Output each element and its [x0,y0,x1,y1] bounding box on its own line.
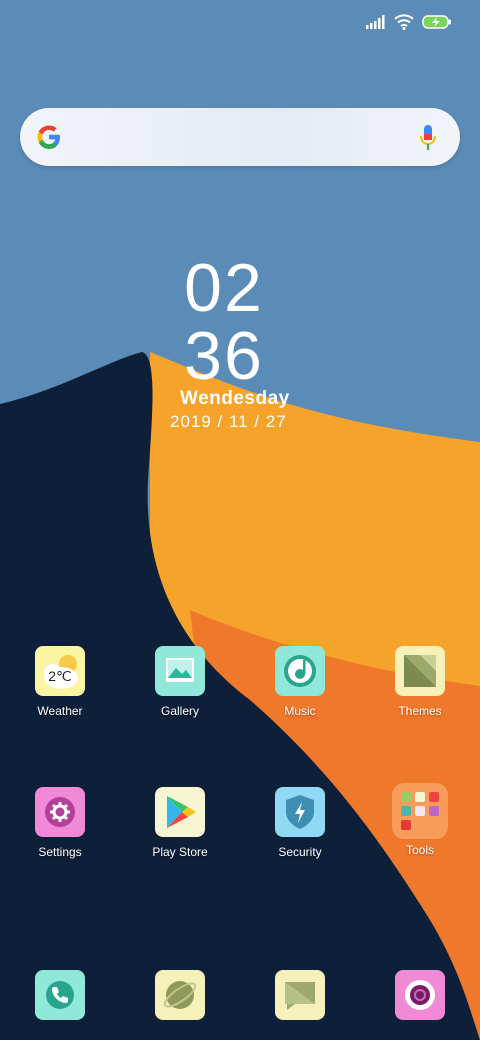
microphone-icon[interactable] [418,124,438,152]
status-bar [366,12,452,32]
camera-icon [395,970,445,1020]
dock-phone[interactable] [10,970,110,1020]
app-label: Security [278,845,322,859]
app-label: Music [284,704,316,718]
music-icon [275,646,325,696]
app-label: Gallery [160,704,199,718]
dock-browser[interactable] [130,970,230,1020]
clock-date: 2019 / 11 / 27 [170,412,287,431]
google-search-bar[interactable] [20,108,460,166]
security-icon [275,787,325,837]
app-label: Settings [38,845,82,859]
weather-icon: 2℃ [35,646,85,696]
weather-temp: 2℃ [48,668,72,684]
app-settings[interactable]: Settings [10,787,110,859]
app-play-store[interactable]: Play Store [130,787,230,859]
clock-minute[interactable]: 36 [0,320,464,392]
battery-charging-icon [422,15,451,29]
dock-camera[interactable] [370,970,470,1020]
app-music[interactable]: Music [250,646,350,718]
app-tools-folder[interactable]: Tools [370,783,470,857]
app-label: Play Store [152,845,208,859]
dock-messages[interactable] [250,970,350,1020]
signal-icon [366,15,385,29]
app-label: Themes [398,704,442,718]
clock-day: Wendesday [180,388,290,409]
app-weather[interactable]: 2℃ Weather [10,646,110,718]
gallery-icon [155,646,205,696]
google-logo-icon [37,125,60,149]
messages-icon [275,970,325,1020]
themes-icon [395,646,445,696]
wifi-icon [394,14,414,30]
app-label: Tools [405,843,434,857]
app-themes[interactable]: Themes [370,646,470,718]
app-gallery[interactable]: Gallery [130,646,230,718]
tools-folder-icon [392,783,448,839]
app-security[interactable]: Security [250,787,350,859]
app-label: Weather [37,704,83,718]
play-store-icon [155,787,205,837]
settings-icon [35,787,85,837]
clock-hour[interactable]: 02 [0,252,464,324]
phone-icon [35,970,85,1020]
browser-icon [155,970,205,1020]
